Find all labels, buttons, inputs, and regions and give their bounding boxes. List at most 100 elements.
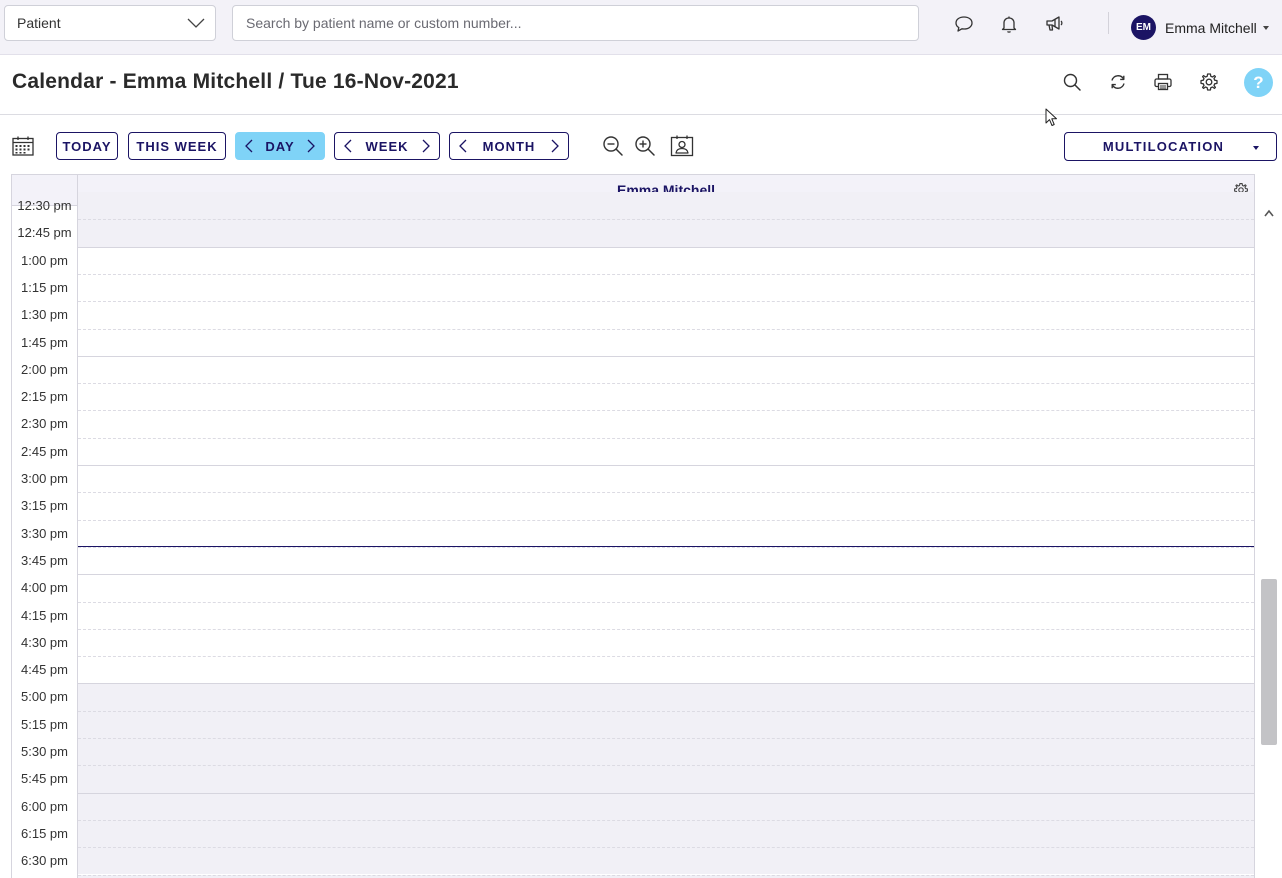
time-slot-label: 6:00 pm [21, 798, 68, 814]
time-slot-row[interactable] [78, 410, 1254, 437]
chevron-right-icon[interactable] [306, 139, 316, 153]
quarter-divider [78, 601, 1254, 603]
time-slot-label: 2:00 pm [21, 361, 68, 377]
header-divider [0, 114, 1282, 115]
time-slot-label: 6:30 pm [21, 853, 68, 869]
time-slot-row[interactable] [78, 301, 1254, 328]
quarter-divider [78, 492, 1254, 494]
hour-divider [78, 246, 1254, 248]
time-slot-row[interactable] [78, 492, 1254, 519]
time-slot-row[interactable] [78, 738, 1254, 766]
contact-card-icon[interactable] [670, 134, 694, 158]
zoom-in-icon[interactable] [633, 134, 657, 158]
multilocation-label: MULTILOCATION [1102, 139, 1225, 154]
top-bar: Patient EM Emma Mitchell [0, 0, 1282, 55]
quarter-divider [78, 519, 1254, 521]
time-slot-label: 2:15 pm [21, 389, 68, 405]
time-slot-row[interactable] [78, 710, 1254, 738]
mouse-cursor-icon [1045, 108, 1057, 126]
time-slot-label: 12:30 pm [17, 198, 72, 213]
time-slot-row[interactable] [78, 656, 1254, 683]
today-button[interactable]: TODAY [56, 132, 118, 160]
time-slot-row[interactable] [78, 520, 1254, 547]
help-button[interactable]: ? [1244, 68, 1273, 97]
quarter-divider [78, 328, 1254, 330]
calendar-grid: Emma Mitchell 12:30 pm 12:45 pm 1:00 pm 1:1… [11, 174, 1255, 878]
time-slot-row[interactable] [78, 547, 1254, 574]
time-slot-row[interactable] [78, 247, 1254, 274]
time-slot-row[interactable] [78, 465, 1254, 492]
chevron-left-icon[interactable] [244, 139, 254, 153]
day-view-button[interactable]: DAY [235, 132, 325, 160]
time-slot-label: 1:45 pm [21, 334, 68, 350]
time-slot-row[interactable] [78, 847, 1254, 875]
scrollbar-thumb[interactable] [1261, 579, 1277, 745]
caret-down-icon [1262, 25, 1269, 30]
time-slot-label: 4:15 pm [21, 607, 68, 623]
time-slot-row[interactable] [78, 765, 1254, 793]
time-slot-label: 2:45 pm [21, 443, 68, 459]
time-slot-row[interactable] [78, 356, 1254, 383]
time-slot-label: 1:00 pm [21, 252, 68, 268]
calendar-scrollbar[interactable] [1259, 205, 1279, 878]
week-label: WEEK [365, 138, 409, 154]
chevron-left-icon[interactable] [458, 139, 468, 153]
time-slot-label: 2:30 pm [21, 416, 68, 432]
time-slot-label: 1:30 pm [21, 307, 68, 323]
avatar: EM [1131, 15, 1156, 40]
zoom-out-icon[interactable] [601, 134, 625, 158]
calendar-icon[interactable] [12, 136, 34, 156]
user-name: Emma Mitchell [1165, 19, 1257, 36]
time-slot-row[interactable] [78, 438, 1254, 465]
time-column: 12:30 pm 12:45 pm 1:00 pm 1:15 pm 1:30 pm 1:4… [12, 198, 78, 878]
search-icon[interactable] [1061, 71, 1083, 93]
time-slot-label: 3:15 pm [21, 498, 68, 514]
chevron-left-icon[interactable] [343, 139, 353, 153]
week-view-button[interactable]: WEEK [334, 132, 440, 160]
chevron-right-icon[interactable] [421, 139, 431, 153]
this-week-button[interactable]: THIS WEEK [128, 132, 226, 160]
time-slot-row[interactable] [78, 819, 1254, 848]
user-menu[interactable]: EM Emma Mitchell [1131, 15, 1269, 40]
quarter-divider [78, 847, 1254, 849]
patient-search-input[interactable] [232, 5, 919, 41]
hour-divider [78, 465, 1254, 466]
hour-divider [78, 355, 1254, 357]
time-slot-row[interactable] [78, 274, 1254, 301]
refresh-icon[interactable] [1107, 71, 1129, 93]
scroll-up-icon[interactable] [1264, 209, 1274, 217]
time-slot-label: 5:45 pm [21, 771, 68, 787]
calendar-body[interactable]: 12:30 pm 12:45 pm 1:00 pm 1:15 pm 1:30 pm 1:4… [12, 192, 1254, 878]
month-view-button[interactable]: MONTH [449, 132, 569, 160]
chat-icon[interactable] [953, 13, 975, 35]
time-slot-row[interactable] [78, 683, 1254, 711]
quarter-divider [78, 546, 1254, 548]
hour-divider [78, 792, 1254, 794]
megaphone-icon[interactable] [1044, 13, 1066, 35]
time-slot-row[interactable] [78, 219, 1254, 247]
quarter-divider [78, 819, 1254, 821]
time-slot-row[interactable] [78, 192, 1254, 220]
caret-down-icon [1253, 146, 1259, 150]
time-slot-row[interactable] [78, 383, 1254, 410]
quarter-divider [78, 738, 1254, 739]
day-label: DAY [265, 138, 295, 154]
patient-select-value: Patient [17, 15, 61, 31]
multilocation-dropdown[interactable]: MULTILOCATION [1064, 132, 1277, 161]
bell-icon[interactable] [998, 13, 1020, 35]
patient-type-select[interactable]: Patient [4, 5, 216, 41]
time-slot-row[interactable] [78, 329, 1254, 356]
hour-divider [78, 683, 1254, 685]
print-icon[interactable] [1152, 71, 1174, 93]
settings-icon[interactable] [1198, 71, 1220, 93]
time-slot-label: 3:00 pm [21, 471, 68, 486]
time-slot-row[interactable] [78, 574, 1254, 601]
time-slot-label: 1:15 pm [21, 279, 68, 295]
quarter-divider [78, 874, 1254, 876]
chevron-right-icon[interactable] [550, 139, 560, 153]
time-slot-row[interactable] [78, 792, 1254, 820]
time-slot-label: 4:00 pm [21, 580, 68, 596]
time-slot-label: 5:30 pm [21, 744, 68, 759]
time-slot-row[interactable] [78, 602, 1254, 629]
time-slot-row[interactable] [78, 629, 1254, 656]
